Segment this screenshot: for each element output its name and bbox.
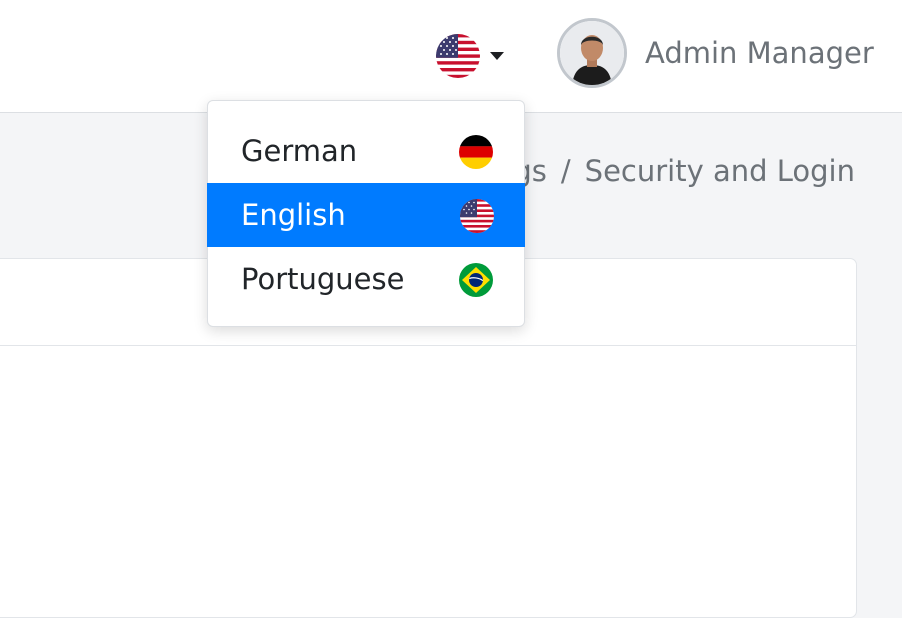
avatar-image: [560, 21, 624, 85]
card-divider: [0, 345, 856, 346]
language-selector-button[interactable]: [436, 34, 510, 78]
language-option-label: English: [241, 198, 346, 232]
language-option-label: Portuguese: [241, 262, 405, 296]
breadcrumb-separator: /: [560, 154, 571, 188]
caret-down-icon: [490, 52, 504, 60]
germany-flag-icon: [459, 135, 493, 169]
language-option-german[interactable]: German: [208, 119, 524, 183]
breadcrumb-current: Security and Login: [584, 154, 855, 188]
breadcrumb: ngs/Security and Login: [495, 154, 855, 188]
user-avatar[interactable]: [557, 18, 627, 88]
language-option-label: German: [241, 134, 358, 168]
brazil-flag-icon: [459, 263, 493, 297]
top-navbar: Admin Manager: [0, 0, 902, 113]
language-option-english[interactable]: English: [207, 183, 525, 247]
us-flag-icon: [460, 199, 494, 233]
user-name[interactable]: Admin Manager: [645, 36, 874, 70]
language-option-portuguese[interactable]: Portuguese: [208, 247, 524, 311]
language-dropdown-menu: German English Portuguese: [207, 100, 525, 327]
us-flag-icon: [436, 34, 480, 78]
